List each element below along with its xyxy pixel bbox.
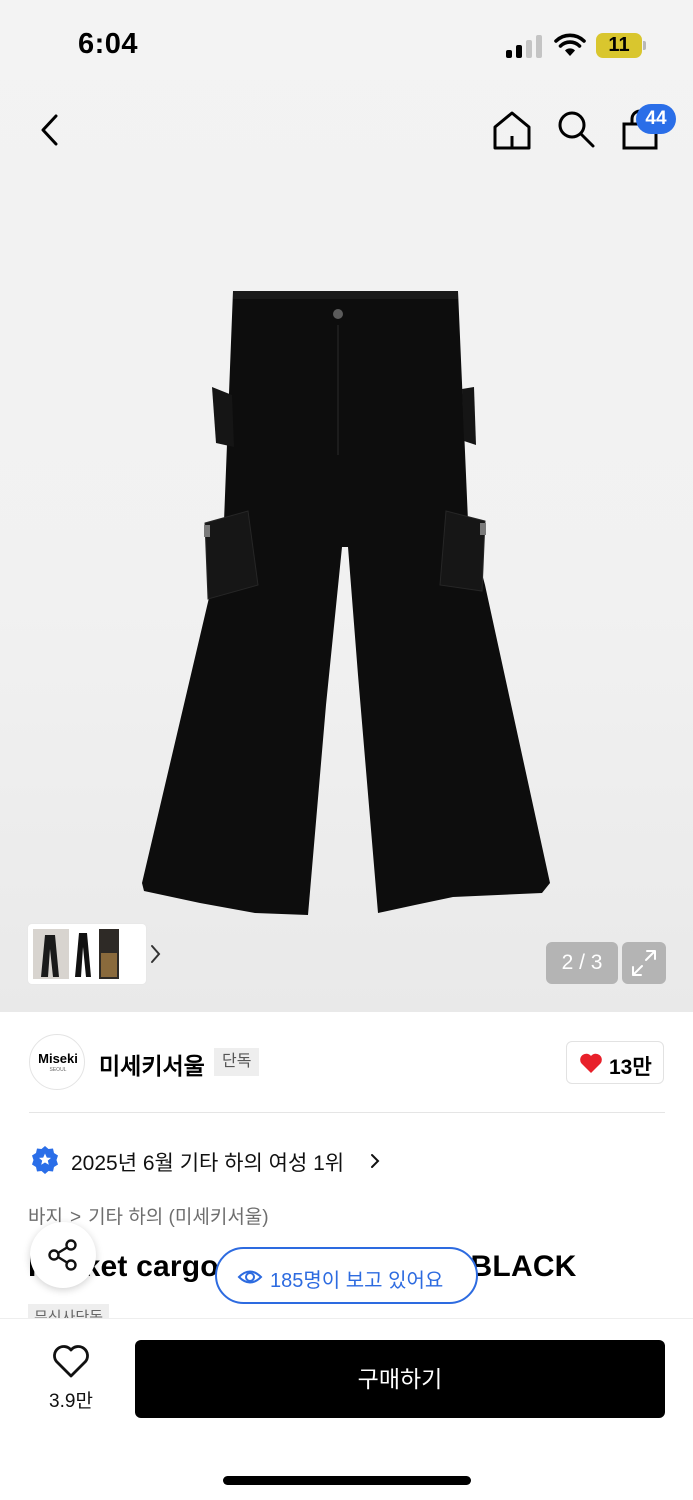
heart-outline-icon[interactable] bbox=[52, 1345, 90, 1379]
page-indicator: 2 / 3 bbox=[546, 942, 618, 984]
thumbnail-model-2[interactable] bbox=[71, 929, 97, 979]
thumbnail-model-1[interactable] bbox=[33, 929, 69, 979]
home-icon[interactable] bbox=[490, 108, 534, 152]
expand-button[interactable] bbox=[622, 942, 666, 984]
chevron-right-icon[interactable] bbox=[148, 943, 162, 965]
eye-icon bbox=[237, 1270, 263, 1284]
thumbnail-model-3[interactable] bbox=[99, 929, 119, 979]
brand-like-count: 13만 bbox=[609, 1056, 652, 1079]
wish-count: 3.9만 bbox=[49, 1391, 93, 1412]
battery-icon: 11 bbox=[596, 33, 646, 58]
share-button[interactable] bbox=[30, 1222, 96, 1288]
chevron-right-icon bbox=[371, 1154, 380, 1168]
cellular-signal-icon bbox=[506, 34, 542, 58]
expand-icon bbox=[632, 950, 656, 976]
heart-filled-icon bbox=[580, 1053, 602, 1073]
home-indicator[interactable] bbox=[223, 1476, 471, 1485]
exclusive-badge: 단독 bbox=[214, 1048, 260, 1076]
cart-count-badge: 44 bbox=[636, 104, 676, 134]
brand-like-button[interactable]: 13만 bbox=[566, 1041, 664, 1084]
viewers-pill: 185명이 보고 있어요 bbox=[215, 1247, 478, 1304]
divider bbox=[29, 1112, 665, 1113]
product-image[interactable] bbox=[130, 285, 570, 925]
ranking-text: 2025년 6월 기타 하의 여성 1위 bbox=[71, 1152, 345, 1175]
breadcrumb-item-other-bottoms[interactable]: 기타 하의 (미세키서울) bbox=[88, 1207, 269, 1228]
back-icon[interactable] bbox=[32, 110, 68, 150]
battery-level: 11 bbox=[608, 34, 630, 56]
viewers-text: 185명이 보고 있어요 bbox=[270, 1270, 444, 1292]
wifi-icon bbox=[554, 33, 586, 56]
thumbnail-strip[interactable] bbox=[28, 924, 161, 984]
musinsa-exclusive-tag: 무신사단독 bbox=[28, 1304, 110, 1318]
ranking-badge-icon bbox=[32, 1146, 58, 1174]
brand-name[interactable]: 미세키서울 bbox=[99, 1047, 205, 1081]
brand-logo[interactable]: Miseki SEOUL bbox=[29, 1034, 85, 1090]
search-icon[interactable] bbox=[555, 108, 597, 150]
share-icon bbox=[48, 1239, 77, 1271]
buy-button[interactable]: 구매하기 bbox=[135, 1340, 665, 1418]
status-time: 6:04 bbox=[78, 28, 139, 60]
